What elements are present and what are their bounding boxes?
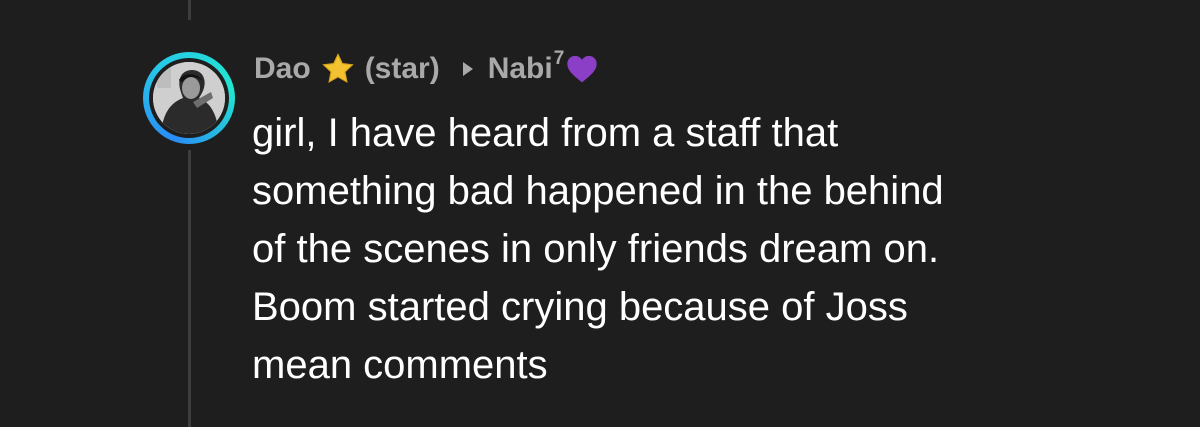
star-icon	[321, 53, 355, 85]
comment-body-line: girl, I have heard from a staff that	[252, 111, 839, 155]
comment-body-line: something bad happened in the behind	[252, 169, 944, 213]
reply-to-superscript: 7	[553, 48, 565, 69]
comment-body-line: Boom started crying because of Joss	[252, 285, 908, 329]
avatar[interactable]	[143, 52, 235, 144]
purple-heart-icon	[566, 54, 598, 84]
avatar-image	[153, 62, 225, 134]
reply-to-name[interactable]: Nabi	[488, 52, 553, 86]
author-badge-text: (star)	[364, 52, 440, 85]
comment-header: Dao (star) Nabi 7	[254, 48, 598, 90]
thread-line	[188, 150, 191, 427]
author-name[interactable]: Dao	[254, 52, 311, 86]
comment-body-line: mean comments	[252, 343, 548, 387]
comment-body-line: of the scenes in only friends dream on.	[252, 227, 940, 271]
comment-body: girl, I have heard from a staff that som…	[252, 104, 1182, 394]
caret-right-icon	[462, 61, 474, 77]
thread-line	[188, 0, 191, 20]
